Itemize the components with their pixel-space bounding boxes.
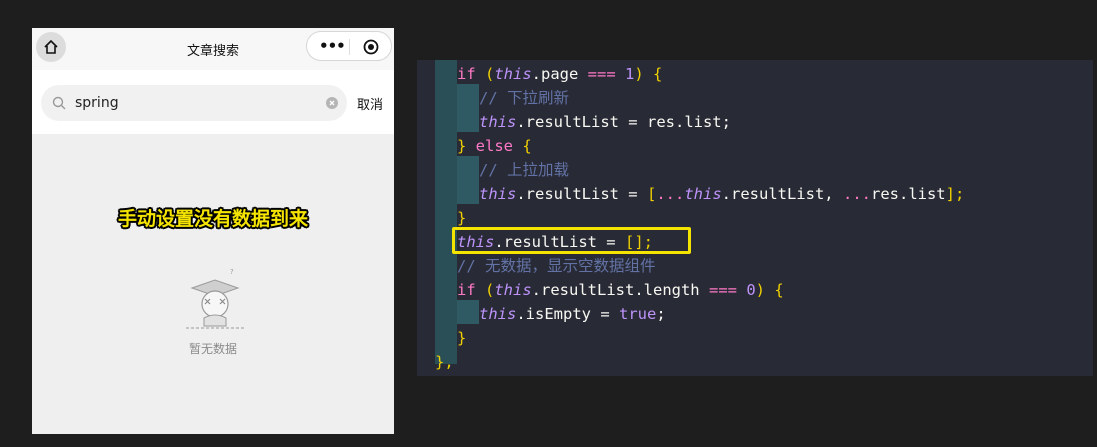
- code-line: this.isEmpty = true;: [479, 302, 666, 326]
- code-token: ...: [842, 185, 871, 203]
- code-token: res: [646, 113, 675, 131]
- empty-state-illustration: ?: [186, 268, 244, 329]
- code-token: this: [494, 65, 532, 83]
- indent-guide: [457, 156, 479, 204]
- code-token: .list;: [674, 113, 731, 131]
- code-token: .resultList =: [516, 185, 647, 203]
- code-token: (: [485, 281, 495, 299]
- code-token: }: [457, 209, 467, 227]
- code-line: if (this.resultList.length === 0) {: [457, 278, 784, 302]
- code-token: // 下拉刷新: [479, 89, 569, 107]
- more-dots-icon[interactable]: •••: [319, 39, 346, 54]
- svg-text:?: ?: [230, 268, 234, 276]
- code-token: this: [479, 305, 517, 323]
- code-token: ...: [656, 185, 685, 203]
- code-token: ;: [656, 305, 666, 323]
- code-editor: if (this.page === 1) {// 下拉刷新 this.result…: [417, 60, 1093, 376]
- code-token: ];: [945, 185, 965, 203]
- code-token: // 上拉加载: [479, 161, 569, 179]
- search-bar: 取消: [32, 70, 394, 134]
- code-token: if: [457, 65, 485, 83]
- code-token: {: [653, 65, 663, 83]
- code-token: .resultList =: [516, 113, 647, 131]
- search-input[interactable]: [75, 85, 315, 121]
- code-token: .resultList,: [721, 185, 843, 203]
- code-line: this.resultList = [...this.resultList, .…: [479, 182, 964, 206]
- code-token: this: [494, 281, 532, 299]
- code-token: .list: [898, 185, 946, 203]
- indent-guide: [457, 300, 479, 324]
- code-token: 0: [746, 281, 756, 299]
- code-token: 1: [625, 65, 635, 83]
- code-token: ===: [587, 65, 625, 83]
- capsule-menu: •••: [306, 31, 392, 61]
- code-token: }: [457, 137, 476, 155]
- code-token: [: [646, 185, 657, 203]
- code-line: }: [457, 326, 466, 350]
- code-token: this: [479, 185, 517, 203]
- code-token: {: [774, 281, 784, 299]
- code-line: // 下拉刷新: [479, 86, 569, 110]
- search-box[interactable]: [41, 85, 347, 121]
- code-line: // 无数据，显示空数据组件: [457, 254, 656, 278]
- code-token: .isEmpty =: [516, 305, 619, 323]
- code-token: // 无数据，显示空数据组件: [457, 257, 656, 275]
- code-line: this.resultList = res.list;: [479, 110, 731, 134]
- code-line: },: [435, 350, 454, 374]
- code-token: ===: [708, 281, 747, 299]
- indent-guide: [457, 84, 479, 132]
- annotation-caption: 手动设置没有数据到来: [117, 208, 308, 230]
- clear-icon[interactable]: [326, 97, 338, 109]
- code-token: },: [435, 353, 454, 371]
- search-icon: [52, 96, 66, 110]
- code-token: ): [755, 281, 775, 299]
- code-token: .page: [531, 65, 588, 83]
- code-line: if (this.page === 1) {: [457, 62, 662, 86]
- code-token: true: [618, 305, 657, 323]
- code-token: ): [634, 65, 654, 83]
- code-token: (: [485, 65, 495, 83]
- capsule-divider: [349, 39, 350, 55]
- code-token: else: [475, 137, 523, 155]
- code-token: if: [457, 281, 485, 299]
- code-token: res: [870, 185, 899, 203]
- code-line: // 上拉加载: [479, 158, 569, 182]
- code-token: {: [522, 137, 532, 155]
- mini-program-screen: 文章搜索 ••• 取消 手动设置没有数据到来: [32, 28, 394, 434]
- code-line: } else {: [457, 134, 532, 158]
- code-token: this: [684, 185, 722, 203]
- code-token: .resultList.length: [531, 281, 709, 299]
- target-icon[interactable]: [363, 39, 379, 55]
- empty-state-text: 暂无数据: [188, 342, 237, 356]
- cancel-button[interactable]: 取消: [357, 94, 383, 113]
- indent-guide: [435, 60, 457, 364]
- code-token: }: [457, 329, 467, 347]
- nav-bar: 文章搜索 •••: [32, 28, 394, 70]
- highlight-box: [452, 227, 691, 254]
- code-token: this: [479, 113, 517, 131]
